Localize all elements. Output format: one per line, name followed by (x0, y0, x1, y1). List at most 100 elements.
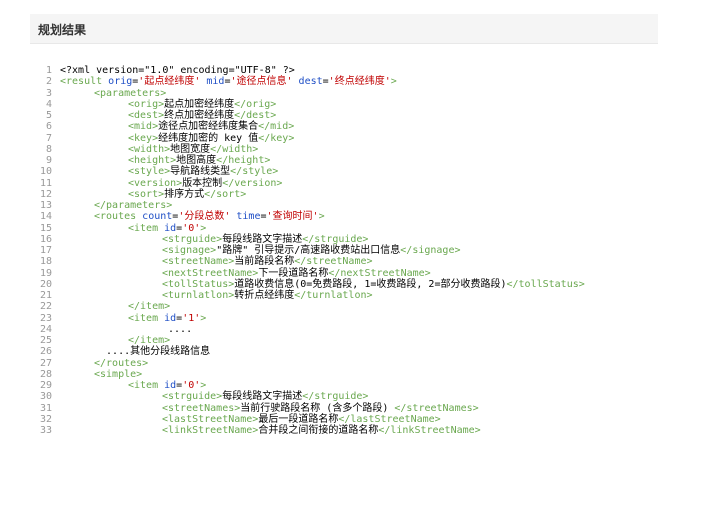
code-token: orig (108, 76, 133, 88)
code-text: <sort>排序方式</sort> (128, 189, 246, 200)
code-text: <streetName>当前路段名称</streetName> (162, 256, 373, 267)
code-token: 当前路段名称 (234, 256, 295, 268)
code-token: '途径点信息' (230, 76, 293, 88)
code-token: </height> (216, 155, 271, 166)
code-token: </sort> (204, 188, 247, 200)
code-text: <turnlatlon>转折点经纬度</turnlatlon> (162, 290, 373, 301)
code-token: <mid> (128, 121, 159, 133)
code-token: 下一段道路名称 (258, 267, 329, 279)
code-line: 24 .... (32, 324, 632, 335)
code-token: <height> (128, 155, 177, 166)
code-text: </parameters> (94, 200, 172, 211)
code-token: 合并段之间衔接的道路名称 (258, 425, 379, 436)
code-text: <key>经纬度加密的 key 值</key> (128, 133, 294, 144)
code-token: <parameters> (94, 87, 167, 99)
line-number: 25 (39, 335, 52, 346)
code-text: <width>地图宽度</width> (128, 144, 258, 155)
line-number: 17 (39, 245, 52, 256)
code-token: </parameters> (94, 200, 173, 211)
code-token: </orig> (234, 98, 277, 110)
code-token: <strguide> (162, 391, 223, 403)
code-token: <item (128, 380, 165, 391)
line-number: 5 (45, 110, 52, 121)
code-token: 地图宽度 (170, 143, 211, 155)
code-token: '起点经纬度' (138, 76, 201, 88)
code-token: 经纬度加密的 key 值 (158, 132, 259, 144)
code-listing: 1 <?xml version="1.0" encoding="UTF-8" ?>… (32, 65, 632, 436)
code-text: </item> (128, 335, 170, 346)
code-token: id (164, 380, 177, 391)
code-token: <style> (128, 166, 171, 178)
code-line: 6 <mid>途径点加密经纬度集合</mid> (32, 121, 632, 132)
line-number: 26 (39, 346, 52, 358)
line-number: 7 (45, 132, 52, 144)
code-line: 5 <dest>终点加密经纬度</dest> (32, 110, 632, 121)
code-token: '1' (182, 312, 201, 324)
code-token: <width> (128, 143, 171, 155)
code-line: 31 <streetNames>当前行驶路段名称 (含多个路段) </street… (32, 403, 632, 414)
code-text: <simple> (94, 369, 142, 380)
code-token: 终点加密经纬度 (164, 110, 235, 121)
code-token: <result (60, 76, 109, 88)
code-token: </mid> (258, 121, 295, 133)
code-token: > (200, 222, 207, 234)
code-token: <dest> (128, 110, 165, 121)
line-number: 6 (45, 121, 52, 133)
line-number: 3 (45, 87, 52, 99)
code-token: <streetName> (162, 256, 235, 268)
code-line: 22 </item> (32, 301, 632, 312)
code-token: id (164, 222, 177, 234)
code-line: 29 <item id='0'> (32, 380, 632, 391)
code-line: 33 <linkStreetName>合并段之间衔接的道路名称</linkStre… (32, 425, 632, 436)
code-text: <mid>途径点加密经纬度集合</mid> (128, 121, 294, 132)
code-token: > (390, 76, 397, 88)
code-token: '查询时间' (266, 211, 319, 223)
code-token: </width> (210, 143, 259, 155)
code-token: 导航路线类型 (170, 166, 231, 178)
code-token: </lastStreetName> (338, 413, 441, 425)
line-number: 31 (39, 402, 52, 414)
code-token: <sort> (128, 188, 165, 200)
code-text: <?xml version="1.0" encoding="UTF-8" ?> (60, 65, 295, 76)
code-token: </version> (222, 177, 283, 189)
code-token: <lastStreetName> (162, 413, 259, 425)
code-line: 27 </routes> (32, 358, 632, 369)
code-token: </turnlatlon> (294, 290, 373, 301)
code-token: </linkStreetName> (378, 425, 481, 436)
code-line: 2 <result orig='起点经纬度' mid='途径点信息' dest='… (32, 76, 632, 87)
code-text: <linkStreetName>合并段之间衔接的道路名称</linkStreet… (162, 425, 481, 436)
line-number: 21 (39, 290, 52, 301)
section-title: 规划结果 (38, 23, 87, 37)
code-line: 28 <simple> (32, 369, 632, 380)
code-line: 4 <orig>起点加密经纬度</orig> (32, 99, 632, 110)
code-token: <linkStreetName> (162, 425, 259, 436)
line-number: 10 (39, 166, 52, 178)
code-line: 13 </parameters> (32, 200, 632, 211)
code-line: 18 <streetName>当前路段名称</streetName> (32, 256, 632, 267)
code-text: <nextStreetName>下一段道路名称</nextStreetName> (162, 268, 431, 279)
line-number: 2 (45, 76, 52, 88)
line-number: 14 (39, 211, 52, 223)
code-text: <tollStatus>道路收费信息(0=免费路段, 1=收费路段, 2=部分收… (162, 279, 585, 290)
code-token: 每段线路文字描述 (222, 233, 303, 245)
code-text: </routes> (94, 358, 148, 369)
code-token: 道路收费信息(0=免费路段, 1=收费路段, 2=部分收费路段) (234, 278, 507, 290)
code-text: <parameters> (94, 88, 166, 99)
code-token: '终点经纬度' (328, 76, 391, 88)
code-token: 当前行驶路段名称 (含多个路段) (240, 402, 395, 414)
code-token: > (318, 211, 325, 223)
code-token: </signage> (400, 245, 461, 256)
code-line: 19 <nextStreetName>下一段道路名称</nextStreetNam… (32, 268, 632, 279)
code-token: <simple> (94, 368, 143, 380)
code-text: <item id='0'> (128, 223, 206, 234)
code-text: <lastStreetName>最后一段道路名称</lastStreetName… (162, 414, 441, 425)
code-line: 15 <item id='0'> (32, 223, 632, 234)
code-text: <result orig='起点经纬度' mid='途径点信息' dest='终… (60, 76, 397, 87)
code-token: <?xml version="1.0" encoding="UTF-8" ?> (60, 65, 295, 76)
code-text: <streetNames>当前行驶路段名称 (含多个路段) </streetNa… (162, 403, 479, 414)
code-token: </strguide> (302, 391, 369, 403)
line-number: 4 (45, 98, 52, 110)
code-token: </routes> (94, 357, 149, 369)
code-token: '0' (182, 380, 201, 391)
code-token: </key> (258, 132, 295, 144)
